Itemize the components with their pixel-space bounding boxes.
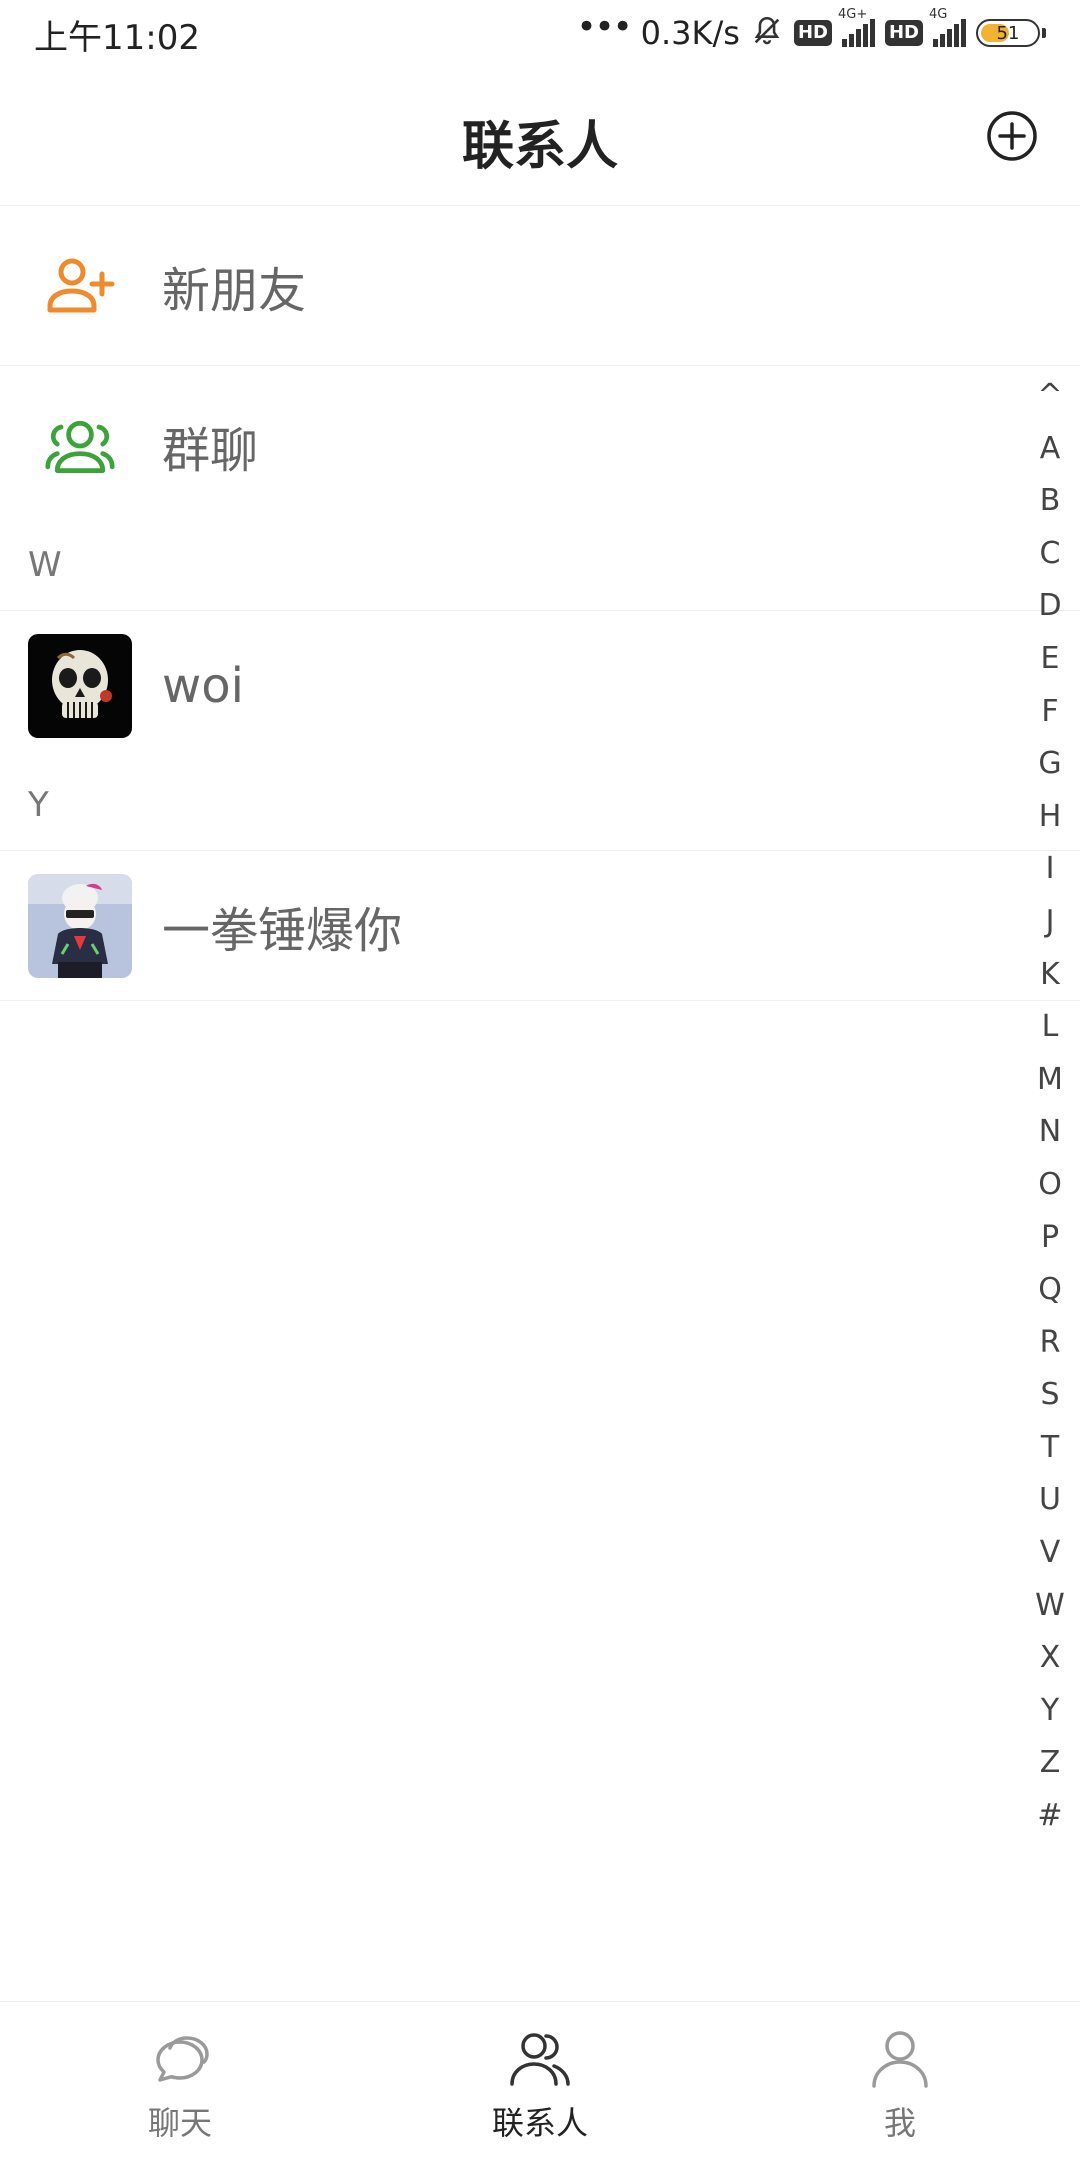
alphabet-index-letter[interactable]: W [1035, 1580, 1065, 1633]
contacts-icon [508, 2026, 572, 2090]
alphabet-index-letter[interactable]: R [1040, 1317, 1061, 1370]
chat-icon [148, 2026, 212, 2090]
nav-label-chat: 聊天 [147, 2104, 212, 2142]
alphabet-index-letter[interactable]: J [1046, 896, 1055, 949]
status-indicators: ••• 0.3K/s HD 4G+ HD 4G 51 [576, 7, 1046, 54]
alphabet-index-letter[interactable]: V [1040, 1527, 1061, 1580]
alphabet-index-letter[interactable]: O [1038, 1159, 1062, 1212]
contact-name-yiquan: 一拳锤爆你 [162, 903, 403, 959]
alphabet-index-letter[interactable]: L [1042, 1001, 1059, 1054]
alphabet-index-letter[interactable]: A [1040, 423, 1061, 476]
nav-tab-chat[interactable]: 聊天 [0, 2002, 360, 2160]
status-time: 上午11:02 [34, 18, 200, 58]
alphabet-index-letter[interactable]: D [1038, 580, 1061, 633]
add-friend-icon [44, 250, 116, 322]
alphabet-index-letter[interactable]: F [1041, 686, 1058, 739]
alphabet-index-letter[interactable]: T [1041, 1422, 1059, 1475]
section-header-y: Y [28, 785, 49, 825]
contact-item-yiquan[interactable]: 一拳锤爆你 [0, 850, 1080, 1001]
alphabet-index-letter[interactable]: Q [1038, 1264, 1062, 1317]
network-type: 4G+ [837, 7, 868, 22]
list-divider [0, 1000, 1080, 1001]
plus-circle-icon [987, 111, 1037, 161]
alphabet-index-letter[interactable]: I [1046, 843, 1055, 896]
signal-strength-icon: 4G+ [838, 7, 875, 47]
mute-bell-icon [750, 14, 784, 52]
contact-item-woi[interactable]: woi [0, 610, 1080, 761]
new-friends-label: 新朋友 [162, 263, 307, 319]
page-title: 联系人 [461, 117, 618, 177]
hd-badge-2: HD [884, 20, 923, 46]
alphabet-index-letter[interactable]: M [1037, 1054, 1063, 1107]
nav-label-contacts: 联系人 [491, 2104, 588, 2142]
network-speed: 0.3K/s [640, 14, 740, 52]
alphabet-index-letter[interactable]: B [1040, 475, 1061, 528]
battery-cap [1042, 28, 1046, 38]
alphabet-index-letter[interactable]: N [1039, 1106, 1061, 1159]
nav-label-me: 我 [883, 2104, 916, 2142]
alphabet-index-letter[interactable]: # [1037, 1790, 1062, 1843]
alphabet-index-letter[interactable]: Y [1041, 1685, 1059, 1738]
add-button[interactable] [986, 110, 1038, 162]
group-chats-item[interactable]: 群聊 [0, 365, 1080, 526]
status-bar: 上午11:02 ••• 0.3K/s HD 4G+ HD 4G 51 [0, 0, 1080, 70]
battery-level: 51 [996, 22, 1020, 44]
network-type-2: 4G [929, 7, 948, 22]
signal-strength-icon-2: 4G [929, 7, 966, 47]
notification-dots: ••• [576, 7, 632, 47]
alphabet-index-letter[interactable]: H [1039, 791, 1062, 844]
contact-name-woi: woi [162, 658, 244, 714]
alphabet-index-letter[interactable]: C [1040, 528, 1061, 581]
alphabet-index-letter[interactable]: E [1041, 633, 1060, 686]
profile-icon [868, 2026, 932, 2090]
alphabet-index-letter[interactable]: G [1038, 738, 1061, 791]
alphabet-index-letter[interactable]: S [1040, 1369, 1059, 1422]
nav-tab-contacts[interactable]: 联系人 [360, 2002, 720, 2160]
alphabet-index-letter[interactable]: U [1039, 1474, 1061, 1527]
alphabet-index-letter[interactable]: X [1040, 1632, 1061, 1685]
alphabet-index-letter[interactable]: Z [1040, 1737, 1061, 1790]
app-header: 联系人 [0, 70, 1080, 200]
nav-tab-me[interactable]: 我 [720, 2002, 1080, 2160]
alphabet-index-letter[interactable]: K [1040, 949, 1060, 1002]
alphabet-index-letter[interactable]: ^ [1037, 370, 1062, 423]
contact-avatar-woi [28, 634, 132, 738]
bottom-nav: 聊天 联系人 我 [0, 2001, 1080, 2160]
group-chat-icon [44, 410, 116, 482]
contact-avatar-yiquan [28, 874, 132, 978]
section-header-w: W [28, 545, 62, 585]
alphabet-index[interactable]: ^ A B C D E F G H I J K L M N O P Q R S T U V W X Y Z # [1024, 370, 1076, 1843]
group-chats-label: 群聊 [162, 423, 259, 479]
hd-badge: HD [793, 20, 832, 46]
alphabet-index-letter[interactable]: P [1041, 1212, 1059, 1265]
battery-icon: 51 [976, 19, 1040, 47]
new-friends-item[interactable]: 新朋友 [0, 205, 1080, 366]
